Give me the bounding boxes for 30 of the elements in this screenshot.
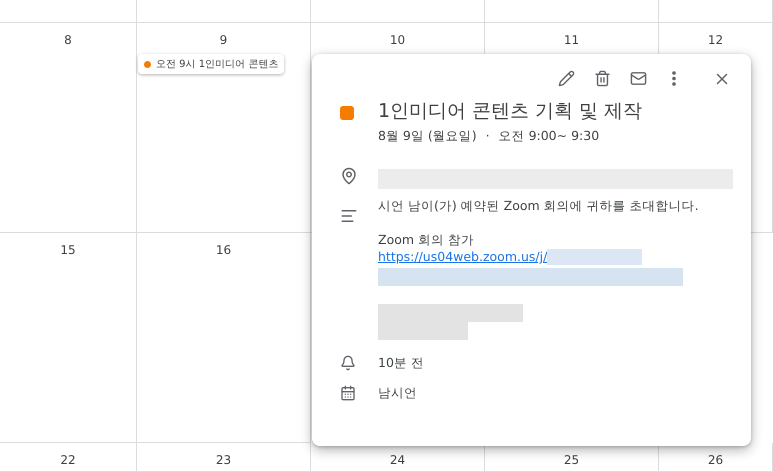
date-number: 26 [708,453,724,467]
date-number: 10 [390,33,406,47]
date-number: 12 [708,33,724,47]
separator-dot: · [486,128,490,145]
trash-icon [594,70,611,87]
event-title: 1인미디어 콘텐츠 기획 및 제작 [378,99,644,124]
envelope-icon [630,70,647,87]
event-time: 오전 9:00~ 9:30 [498,128,600,145]
location-icon [340,167,358,185]
event-chip[interactable]: 오전 9시 1인미디어 콘텐츠 [138,54,284,74]
date-number: 24 [390,453,406,467]
date-number: 15 [60,243,76,257]
calendar-icon [340,384,356,400]
date-number: 25 [564,453,580,467]
date-number: 16 [216,243,232,257]
date-number: 23 [216,453,232,467]
pencil-icon [558,70,575,87]
date-number: 9 [220,33,228,47]
description-text: Zoom 회의 참가 [378,231,475,248]
description-text: 시언 남이(가) 예약된 Zoom 회의에 귀하를 초대합니다. [378,197,700,214]
more-icon [672,71,676,86]
date-number: 8 [64,33,72,47]
reminder-text: 10분 전 [378,354,425,371]
date-number: 11 [564,33,580,47]
event-date: 8월 9일 (월요일) [378,128,477,145]
bell-icon [340,354,356,370]
date-number: 22 [60,453,76,467]
calendar-name: 남시언 [378,384,418,401]
description-icon [340,207,358,225]
meeting-link[interactable]: https://us04web.zoom.us/j/ [378,248,548,265]
